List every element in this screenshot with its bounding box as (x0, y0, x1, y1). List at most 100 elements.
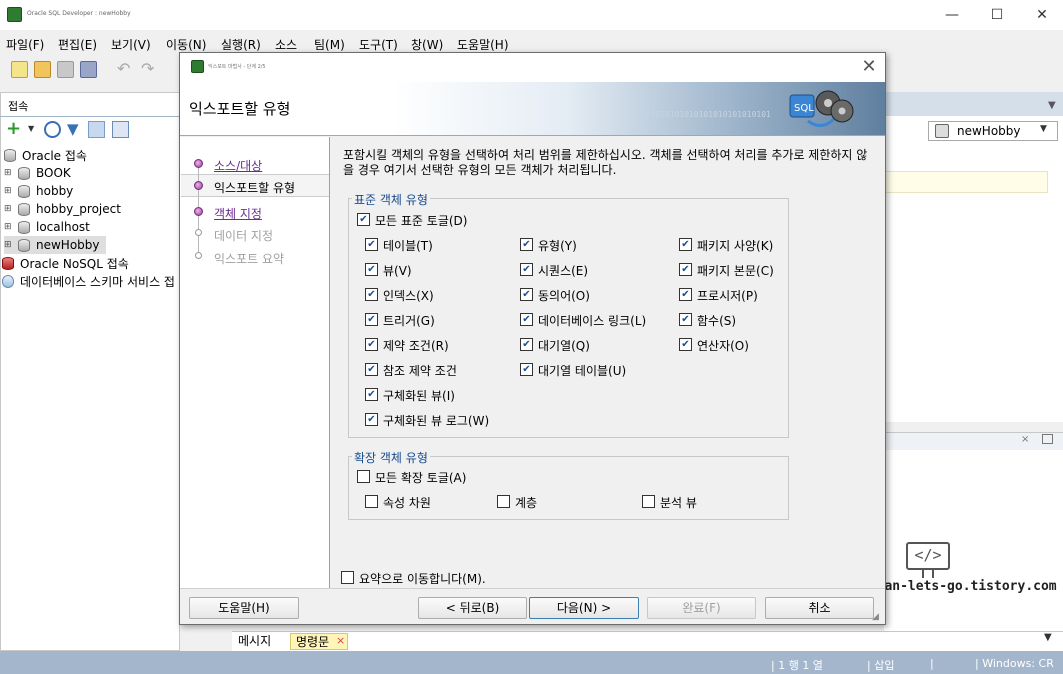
toggle-all-extended-checkbox[interactable] (357, 470, 370, 483)
analytic-views-checkbox[interactable] (642, 495, 655, 508)
panel-divider (0, 116, 180, 117)
tree-item-hobby[interactable]: ⊞ hobby (4, 182, 73, 200)
new-icon[interactable] (11, 61, 28, 78)
step-pending-icon (195, 229, 202, 236)
expand-icon[interactable]: ⊞ (4, 222, 14, 232)
menu-view[interactable]: 보기(V) (111, 36, 151, 53)
next-button[interactable]: 다음(N) > (529, 597, 639, 619)
toggle-all-standard-checkbox[interactable]: ✔ (357, 213, 370, 226)
open-folder-icon[interactable] (34, 61, 51, 78)
refresh-icon[interactable] (44, 121, 61, 138)
operators-checkbox[interactable]: ✔ (679, 338, 692, 351)
maximize-button[interactable]: ☐ (987, 6, 1007, 24)
indexes-checkbox[interactable]: ✔ (365, 288, 378, 301)
constraints-checkbox[interactable]: ✔ (365, 338, 378, 351)
menu-help[interactable]: 도움말(H) (457, 36, 509, 53)
checkbox-label: 시퀀스(E) (538, 264, 589, 278)
tree-item-localhost[interactable]: ⊞ localhost (4, 218, 90, 236)
scroll-down-icon[interactable]: ▼ (1044, 632, 1052, 643)
menu-navigate[interactable]: 이동(N) (166, 36, 206, 53)
help-button[interactable]: 도움말(H) (189, 597, 299, 619)
expand-icon[interactable]: ⊞ (4, 240, 14, 250)
minimize-button[interactable]: — (942, 6, 962, 24)
finish-button[interactable]: 완료(F) (647, 597, 756, 619)
group-title: 표준 객체 유형 (352, 191, 430, 208)
binary-decoration: 0101010101010101010101010101 (636, 110, 771, 119)
tree-item-oracle-connections[interactable]: Oracle 접속 (4, 146, 87, 164)
database-icon (18, 202, 30, 216)
functions-checkbox[interactable]: ✔ (679, 313, 692, 326)
step-description: 포함시킬 객체의 유형을 선택하여 처리 범위를 제한하십시오. 객체를 선택하… (343, 148, 868, 177)
step-specify-objects[interactable]: 객체 지정 (214, 205, 262, 222)
materialized-view-logs-checkbox[interactable]: ✔ (365, 413, 378, 426)
database-icon (4, 148, 16, 162)
tab-messages[interactable]: 메시지 (233, 633, 277, 650)
save-all-icon[interactable] (80, 61, 97, 78)
close-tab-icon[interactable]: × (336, 634, 345, 647)
tree-item-schema-services[interactable]: 데이터베이스 스키마 서비스 접 (2, 272, 175, 290)
synonyms-checkbox[interactable]: ✔ (520, 288, 533, 301)
types-checkbox[interactable]: ✔ (520, 238, 533, 251)
group-title: 확장 객체 유형 (352, 449, 430, 466)
menu-edit[interactable]: 편집(E) (58, 36, 97, 53)
editor-current-line[interactable] (884, 171, 1048, 193)
queues-checkbox[interactable]: ✔ (520, 338, 533, 351)
tree-item-book[interactable]: ⊞ BOOK (4, 164, 71, 182)
tree-item-label: hobby_project (36, 202, 121, 216)
expand-icon[interactable]: ⊞ (4, 204, 14, 214)
queue-tables-checkbox[interactable]: ✔ (520, 363, 533, 376)
menu-run[interactable]: 실행(R) (221, 36, 261, 53)
sequences-checkbox[interactable]: ✔ (520, 263, 533, 276)
menu-source[interactable]: 소스 (275, 36, 297, 53)
materialized-views-checkbox[interactable]: ✔ (365, 388, 378, 401)
attribute-dimensions-checkbox[interactable] (365, 495, 378, 508)
ref-constraints-checkbox[interactable]: ✔ (365, 363, 378, 376)
redo-icon[interactable]: ↷ (141, 59, 154, 78)
back-button[interactable]: < 뒤로(B) (418, 597, 527, 619)
tree-item-label: Oracle 접속 (22, 148, 87, 163)
tree-view-icon[interactable] (112, 121, 129, 138)
checkbox-label: 계층 (515, 496, 538, 510)
step-source-destination[interactable]: 소스/대상 (214, 157, 262, 174)
save-icon[interactable] (57, 61, 74, 78)
menu-team[interactable]: 팀(M) (314, 36, 345, 53)
menu-file[interactable]: 파일(F) (6, 36, 44, 53)
add-connection-icon[interactable]: + (6, 120, 23, 138)
schema-browser-icon[interactable] (88, 121, 105, 138)
tree-item-label: localhost (36, 220, 90, 234)
undo-icon[interactable]: ↶ (117, 59, 130, 78)
package-specs-checkbox[interactable]: ✔ (679, 238, 692, 251)
hierarchies-checkbox[interactable] (497, 495, 510, 508)
tree-item-newhobby[interactable]: ⊞ newHobby (4, 236, 106, 254)
tables-checkbox[interactable]: ✔ (365, 238, 378, 251)
close-panel-icon[interactable]: × (1021, 434, 1029, 445)
menu-window[interactable]: 창(W) (411, 36, 443, 53)
procedures-checkbox[interactable]: ✔ (679, 288, 692, 301)
tree-item-label: BOOK (36, 166, 71, 180)
dialog-close-button[interactable]: ✕ (858, 56, 880, 78)
tree-item-label: newHobby (36, 238, 100, 252)
add-dropdown-icon[interactable]: ▼ (28, 124, 34, 133)
go-to-summary-checkbox[interactable] (341, 571, 354, 584)
checkbox-label: 함수(S) (697, 314, 737, 328)
expand-icon[interactable]: ⊞ (4, 168, 14, 178)
tab-connections[interactable]: 접속 (2, 96, 180, 114)
filter-icon[interactable]: ▼ (67, 120, 79, 138)
tab-list-icon[interactable]: ▼ (1048, 100, 1056, 111)
triggers-checkbox[interactable]: ✔ (365, 313, 378, 326)
step-specify-data: 데이터 지정 (214, 229, 274, 243)
monitor-stand (922, 570, 934, 578)
close-window-button[interactable]: ✕ (1032, 6, 1052, 24)
chevron-down-icon[interactable]: ▼ (1040, 124, 1047, 134)
menu-tools[interactable]: 도구(T) (359, 36, 398, 53)
dialog-title: 익스포트 마법사 - 단계 2/5 (208, 64, 266, 70)
views-checkbox[interactable]: ✔ (365, 263, 378, 276)
tree-item-hobby-project[interactable]: ⊞ hobby_project (4, 200, 121, 218)
database-links-checkbox[interactable]: ✔ (520, 313, 533, 326)
resize-grip-icon[interactable]: ◢ (872, 612, 879, 622)
minimize-panel-icon[interactable] (1042, 434, 1053, 444)
cancel-button[interactable]: 취소 (765, 597, 874, 619)
package-bodies-checkbox[interactable]: ✔ (679, 263, 692, 276)
tree-item-nosql-connections[interactable]: Oracle NoSQL 접속 (2, 254, 129, 272)
expand-icon[interactable]: ⊞ (4, 186, 14, 196)
